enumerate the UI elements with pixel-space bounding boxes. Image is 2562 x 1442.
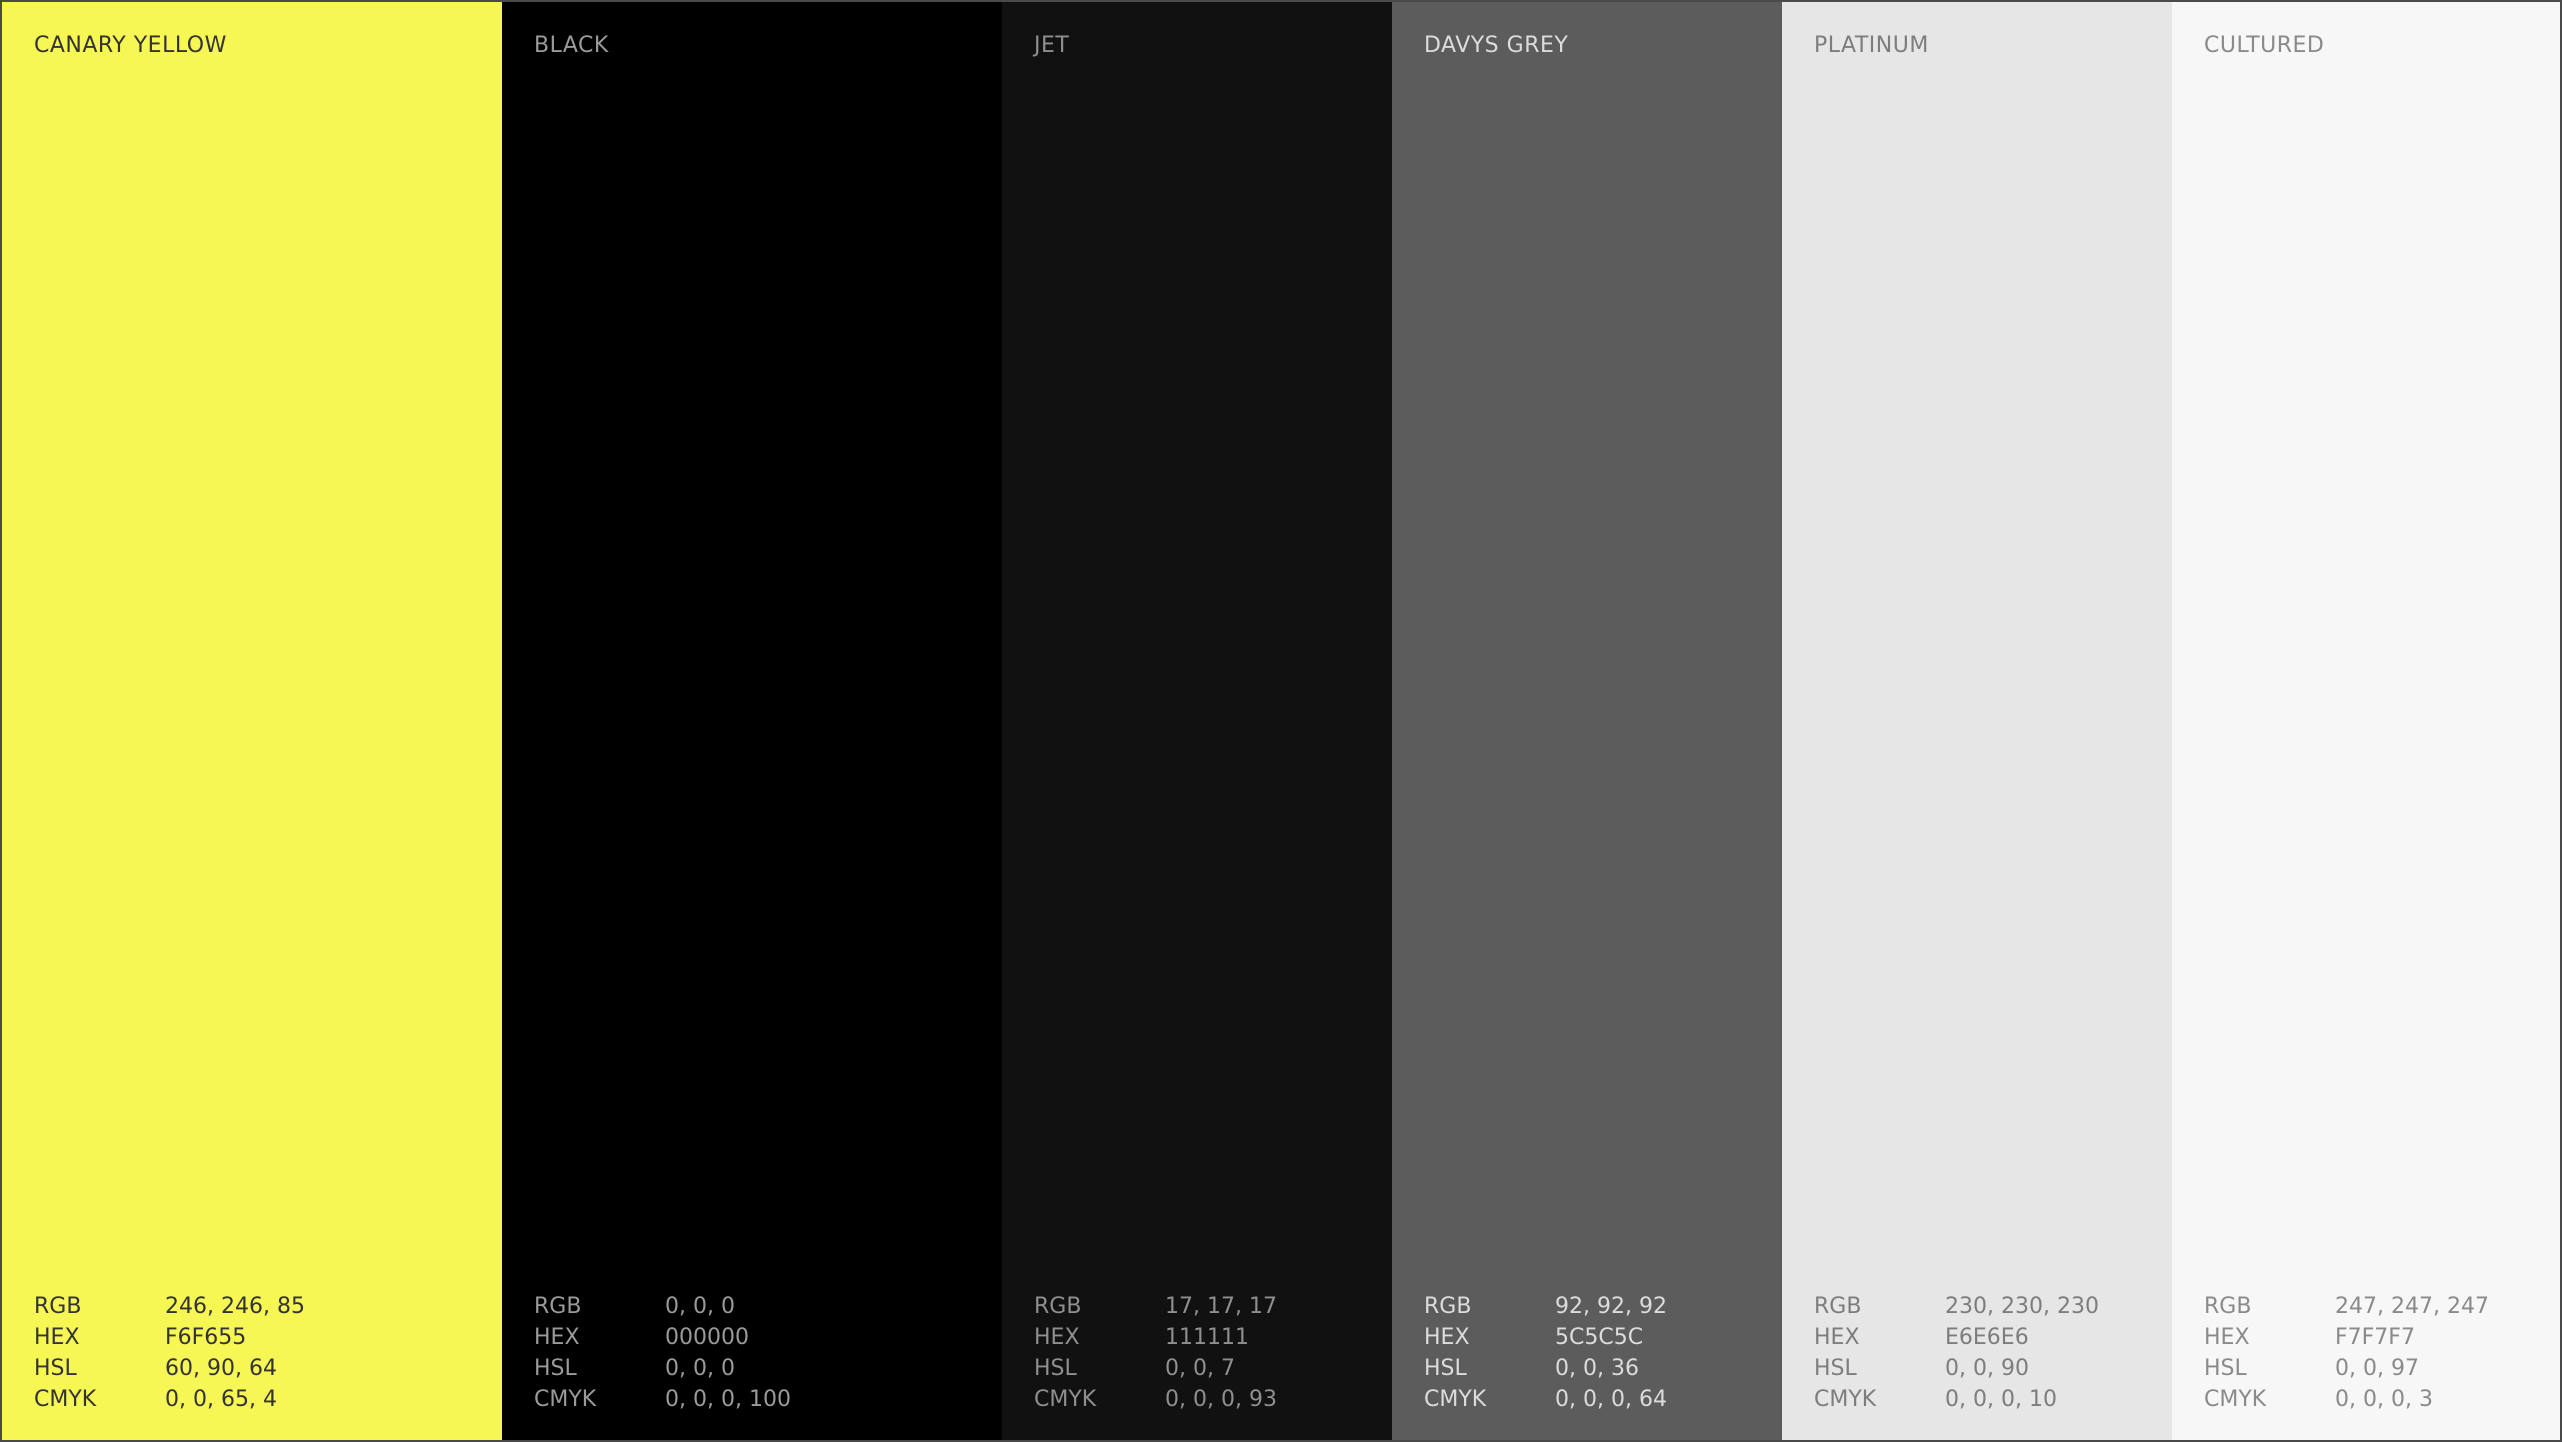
value-row-hsl: HSL 0, 0, 36 — [1424, 1353, 1667, 1384]
value-label: HSL — [2204, 1356, 2247, 1381]
swatch-values: RGB 17, 17, 17 HEX 111111 HSL 0, 0, 7 CM… — [1034, 1291, 1277, 1415]
value-label: HSL — [534, 1356, 577, 1381]
value-label: HEX — [1814, 1325, 1860, 1350]
swatch-name: CANARY YELLOW — [34, 33, 227, 58]
swatch-name: JET — [1034, 33, 1070, 58]
value-label: CMYK — [1814, 1387, 1877, 1412]
swatch-cultured: CULTURED RGB 247, 247, 247 HEX F7F7F7 HS… — [2172, 2, 2560, 1440]
value-row-cmyk: CMYK 0, 0, 0, 100 — [534, 1384, 791, 1415]
swatch-platinum: PLATINUM RGB 230, 230, 230 HEX E6E6E6 HS… — [1782, 2, 2172, 1440]
value-text: 17, 17, 17 — [1165, 1294, 1277, 1319]
color-palette: CANARY YELLOW RGB 246, 246, 85 HEX F6F65… — [0, 0, 2562, 1442]
value-text: 5C5C5C — [1555, 1325, 1644, 1350]
value-label: HSL — [34, 1356, 77, 1381]
value-row-hsl: HSL 60, 90, 64 — [34, 1353, 305, 1384]
value-text: 0, 0, 7 — [1165, 1356, 1235, 1381]
value-text: 0, 0, 97 — [2335, 1356, 2419, 1381]
value-row-hsl: HSL 0, 0, 7 — [1034, 1353, 1277, 1384]
value-label: CMYK — [534, 1387, 597, 1412]
value-row-hex: HEX 5C5C5C — [1424, 1322, 1667, 1353]
swatch-canary-yellow: CANARY YELLOW RGB 246, 246, 85 HEX F6F65… — [2, 2, 502, 1440]
swatch-black: BLACK RGB 0, 0, 0 HEX 000000 HSL 0, 0, 0… — [502, 2, 1002, 1440]
swatch-name: PLATINUM — [1814, 33, 1929, 58]
value-row-rgb: RGB 0, 0, 0 — [534, 1291, 791, 1322]
value-row-hex: HEX E6E6E6 — [1814, 1322, 2099, 1353]
swatch-values: RGB 0, 0, 0 HEX 000000 HSL 0, 0, 0 CMYK … — [534, 1291, 791, 1415]
value-text: 0, 0, 0, 10 — [1945, 1387, 2057, 1412]
value-text: 0, 0, 0 — [665, 1356, 735, 1381]
value-text: 230, 230, 230 — [1945, 1294, 2099, 1319]
value-text: 0, 0, 65, 4 — [165, 1387, 277, 1412]
value-label: HSL — [1034, 1356, 1077, 1381]
value-row-rgb: RGB 230, 230, 230 — [1814, 1291, 2099, 1322]
value-row-rgb: RGB 17, 17, 17 — [1034, 1291, 1277, 1322]
value-row-rgb: RGB 247, 247, 247 — [2204, 1291, 2489, 1322]
value-label: RGB — [1814, 1294, 1862, 1319]
value-label: RGB — [1034, 1294, 1082, 1319]
value-label: CMYK — [1424, 1387, 1487, 1412]
value-text: 246, 246, 85 — [165, 1294, 305, 1319]
value-row-rgb: RGB 92, 92, 92 — [1424, 1291, 1667, 1322]
swatch-name: DAVYS GREY — [1424, 33, 1569, 58]
value-text: 000000 — [665, 1325, 749, 1350]
value-label: HSL — [1814, 1356, 1857, 1381]
value-text: 60, 90, 64 — [165, 1356, 277, 1381]
swatch-values: RGB 230, 230, 230 HEX E6E6E6 HSL 0, 0, 9… — [1814, 1291, 2099, 1415]
value-row-hex: HEX F6F655 — [34, 1322, 305, 1353]
value-text: 0, 0, 0, 3 — [2335, 1387, 2433, 1412]
value-text: 0, 0, 0, 64 — [1555, 1387, 1667, 1412]
value-row-hsl: HSL 0, 0, 90 — [1814, 1353, 2099, 1384]
swatch-jet: JET RGB 17, 17, 17 HEX 111111 HSL 0, 0, … — [1002, 2, 1392, 1440]
value-row-hex: HEX 000000 — [534, 1322, 791, 1353]
swatch-values: RGB 92, 92, 92 HEX 5C5C5C HSL 0, 0, 36 C… — [1424, 1291, 1667, 1415]
swatch-davys-grey: DAVYS GREY RGB 92, 92, 92 HEX 5C5C5C HSL… — [1392, 2, 1782, 1440]
value-row-hsl: HSL 0, 0, 0 — [534, 1353, 791, 1384]
value-text: F6F655 — [165, 1325, 247, 1350]
value-row-hex: HEX 111111 — [1034, 1322, 1277, 1353]
value-text: 247, 247, 247 — [2335, 1294, 2489, 1319]
swatch-values: RGB 246, 246, 85 HEX F6F655 HSL 60, 90, … — [34, 1291, 305, 1415]
value-text: 0, 0, 0, 93 — [1165, 1387, 1277, 1412]
value-label: RGB — [534, 1294, 582, 1319]
swatch-values: RGB 247, 247, 247 HEX F7F7F7 HSL 0, 0, 9… — [2204, 1291, 2489, 1415]
value-text: 0, 0, 0, 100 — [665, 1387, 791, 1412]
value-label: RGB — [1424, 1294, 1472, 1319]
value-label: HEX — [2204, 1325, 2250, 1350]
value-row-hex: HEX F7F7F7 — [2204, 1322, 2489, 1353]
value-text: 0, 0, 36 — [1555, 1356, 1639, 1381]
value-label: CMYK — [2204, 1387, 2267, 1412]
value-label: HEX — [534, 1325, 580, 1350]
value-label: CMYK — [34, 1387, 97, 1412]
value-label: HEX — [1424, 1325, 1470, 1350]
swatch-name: BLACK — [534, 33, 609, 58]
value-text: F7F7F7 — [2335, 1325, 2415, 1350]
value-label: HEX — [34, 1325, 80, 1350]
value-row-cmyk: CMYK 0, 0, 0, 64 — [1424, 1384, 1667, 1415]
value-row-cmyk: CMYK 0, 0, 0, 93 — [1034, 1384, 1277, 1415]
swatch-name: CULTURED — [2204, 33, 2325, 58]
value-label: CMYK — [1034, 1387, 1097, 1412]
value-row-rgb: RGB 246, 246, 85 — [34, 1291, 305, 1322]
value-row-cmyk: CMYK 0, 0, 65, 4 — [34, 1384, 305, 1415]
value-label: RGB — [34, 1294, 82, 1319]
value-text: 0, 0, 0 — [665, 1294, 735, 1319]
value-text: 0, 0, 90 — [1945, 1356, 2029, 1381]
value-text: 111111 — [1165, 1325, 1249, 1350]
value-row-hsl: HSL 0, 0, 97 — [2204, 1353, 2489, 1384]
value-text: E6E6E6 — [1945, 1325, 2029, 1350]
value-label: RGB — [2204, 1294, 2252, 1319]
value-text: 92, 92, 92 — [1555, 1294, 1667, 1319]
value-label: HSL — [1424, 1356, 1467, 1381]
value-label: HEX — [1034, 1325, 1080, 1350]
value-row-cmyk: CMYK 0, 0, 0, 10 — [1814, 1384, 2099, 1415]
value-row-cmyk: CMYK 0, 0, 0, 3 — [2204, 1384, 2489, 1415]
